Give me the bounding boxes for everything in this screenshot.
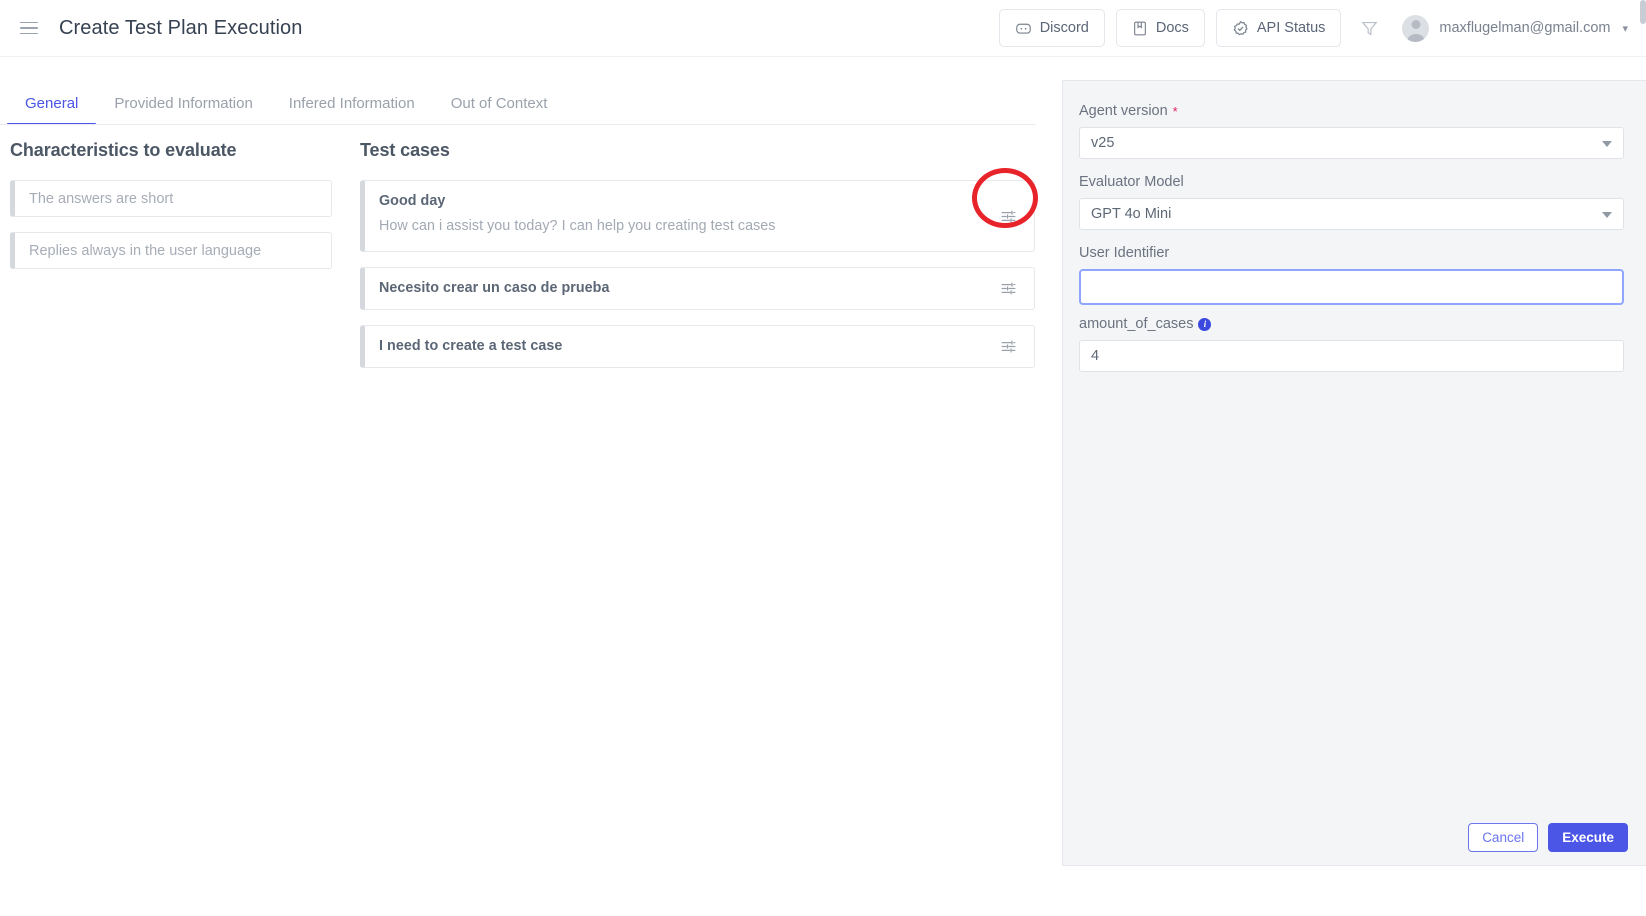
top-bar: Create Test Plan Execution Discord Docs [0, 0, 1646, 57]
tune-icon[interactable] [997, 278, 1019, 300]
characteristics-heading: Characteristics to evaluate [10, 140, 237, 160]
panel-footer: Cancel Execute [1063, 809, 1646, 865]
list-item[interactable]: Good day How can i assist you today? I c… [360, 180, 1035, 252]
test-case-title: I need to create a test case [379, 338, 563, 354]
evaluator-model-value: GPT 4o Mini [1091, 206, 1172, 222]
characteristics-section: Characteristics to evaluate The answers … [10, 140, 332, 284]
cancel-button[interactable]: Cancel [1468, 822, 1539, 852]
api-status-button[interactable]: API Status [1215, 9, 1342, 47]
evaluator-model-select[interactable]: GPT 4o Mini [1079, 198, 1624, 230]
tab-infered-information[interactable]: Infered Information [271, 95, 433, 125]
user-identifier-label: User Identifier [1079, 245, 1624, 261]
list-item[interactable]: I need to create a test case [360, 325, 1035, 368]
api-status-button-label: API Status [1256, 20, 1326, 36]
info-icon[interactable]: i [1198, 317, 1212, 331]
page-title: Create Test Plan Execution [59, 16, 303, 39]
chevron-down-icon: ▾ [1622, 22, 1628, 35]
test-cases-heading: Test cases [360, 140, 450, 160]
tab-general[interactable]: General [7, 95, 97, 125]
discord-button[interactable]: Discord [998, 9, 1105, 47]
user-identifier-input[interactable] [1079, 269, 1624, 305]
evaluator-model-label-text: Evaluator Model [1079, 174, 1184, 190]
user-menu[interactable]: maxflugelman@gmail.com ▾ [1402, 14, 1628, 42]
amount-of-cases-label: amount_of_cases i [1079, 316, 1624, 332]
agent-version-label: Agent version * [1079, 103, 1624, 119]
docs-button[interactable]: Docs [1115, 9, 1205, 47]
agent-version-select[interactable]: v25 [1079, 127, 1624, 159]
list-item[interactable]: Necesito crear un caso de prueba [360, 267, 1035, 310]
agent-version-label-text: Agent version [1079, 103, 1168, 119]
test-case-subtitle: How can i assist you today? I can help y… [379, 218, 776, 234]
user-email: maxflugelman@gmail.com [1439, 20, 1611, 36]
avatar-icon [1402, 14, 1430, 42]
tune-icon[interactable] [997, 205, 1019, 227]
test-cases-list: Good day How can i assist you today? I c… [360, 180, 1035, 368]
user-identifier-label-text: User Identifier [1079, 245, 1170, 261]
docs-button-label: Docs [1155, 20, 1189, 36]
tab-bar-divider [0, 124, 1036, 125]
hamburger-menu-icon[interactable] [20, 18, 40, 38]
check-badge-icon [1232, 20, 1249, 37]
book-icon [1132, 20, 1148, 37]
filter-icon[interactable] [1352, 11, 1386, 45]
amount-of-cases-value: 4 [1091, 348, 1100, 364]
list-item[interactable]: Replies always in the user language [10, 232, 332, 269]
list-item[interactable]: The answers are short [10, 180, 332, 217]
required-marker: * [1172, 103, 1178, 119]
execute-button[interactable]: Execute [1548, 822, 1628, 852]
scrollbar-thumb[interactable] [1640, 0, 1646, 24]
tab-provided-information[interactable]: Provided Information [96, 95, 270, 125]
test-case-title: Necesito crear un caso de prueba [379, 280, 610, 296]
test-case-title: Good day [379, 193, 446, 209]
page-scrollbar[interactable] [1640, 0, 1646, 916]
tab-out-of-context[interactable]: Out of Context [433, 95, 566, 125]
characteristics-list: The answers are short Replies always in … [10, 180, 332, 269]
tab-bar: General Provided Information Infered Inf… [0, 57, 1042, 125]
amount-of-cases-input[interactable]: 4 [1079, 340, 1624, 372]
test-cases-section: Test cases Good day How can i assist you… [360, 140, 1035, 383]
evaluator-model-label: Evaluator Model [1079, 174, 1624, 190]
tune-icon[interactable] [997, 336, 1019, 358]
execution-config-panel: Agent version * v25 Evaluator Model GPT … [1062, 80, 1646, 866]
agent-version-value: v25 [1091, 135, 1115, 151]
discord-icon [1015, 20, 1032, 37]
top-bar-actions: Discord Docs API Status maxflugelman@gma… [998, 9, 1646, 47]
amount-of-cases-label-text: amount_of_cases [1079, 316, 1194, 332]
discord-button-label: Discord [1039, 20, 1089, 36]
